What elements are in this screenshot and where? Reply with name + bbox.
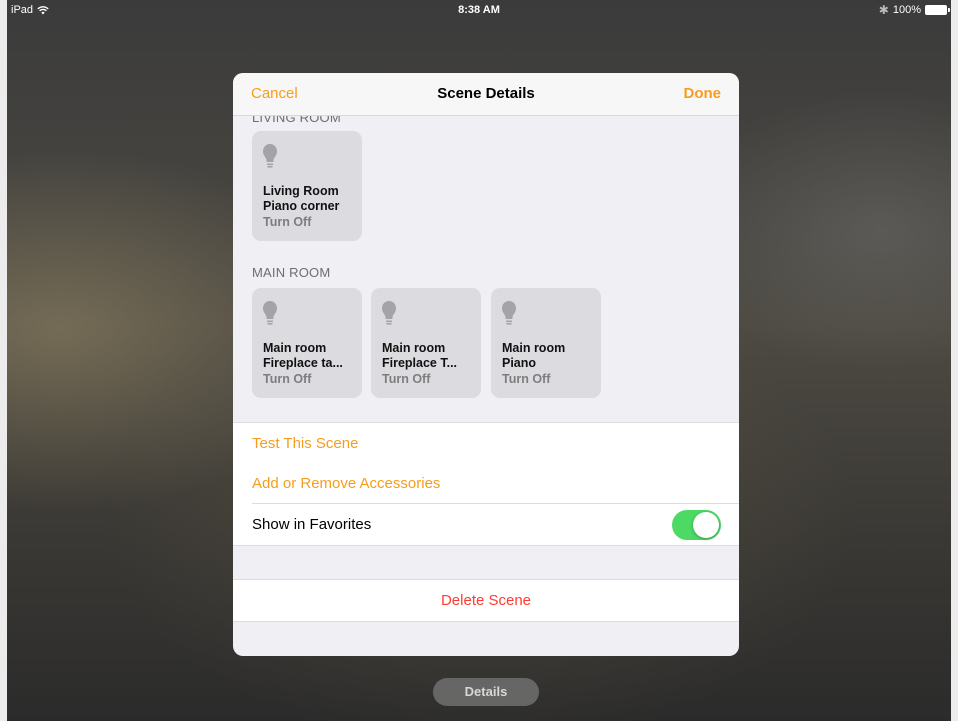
lightbulb-icon	[502, 301, 516, 325]
details-button[interactable]: Details	[433, 678, 539, 706]
lightbulb-icon	[263, 301, 277, 325]
tile-name-line2: Fireplace ta...	[263, 356, 343, 370]
status-right: ✱ 100%	[878, 0, 950, 20]
delete-scene-button[interactable]: Delete Scene	[233, 579, 739, 622]
status-bar: iPad 8:38 AM ✱ 100%	[7, 0, 951, 20]
tile-state: Turn Off	[382, 372, 431, 386]
sheet-nav-bar: Cancel Scene Details Done	[233, 73, 739, 116]
add-remove-accessories-row[interactable]: Add or Remove Accessories	[233, 463, 739, 504]
tile-name: Main room Piano	[502, 341, 594, 371]
tile-name-line2: Piano corner	[263, 199, 340, 213]
tile-name-line2: Piano	[502, 356, 537, 370]
show-in-favorites-toggle[interactable]	[672, 510, 721, 540]
tile-state: Turn Off	[263, 215, 312, 229]
test-scene-row[interactable]: Test This Scene	[233, 422, 739, 464]
show-in-favorites-row: Show in Favorites	[233, 504, 739, 546]
toggle-knob	[693, 512, 719, 538]
show-in-favorites-label: Show in Favorites	[252, 516, 372, 533]
section-header-main-room: MAIN ROOM	[252, 265, 331, 280]
tile-name: Main room Fireplace T...	[382, 341, 474, 371]
lightbulb-icon	[263, 144, 277, 168]
battery-icon	[925, 5, 950, 15]
tile-name-line2: Fireplace T...	[382, 356, 458, 370]
device-frame-right	[951, 0, 958, 721]
bluetooth-icon: ✱	[878, 3, 889, 17]
battery-percent: 100%	[892, 4, 921, 16]
accessory-tile-main-room-fireplace-1[interactable]: Main room Fireplace ta... Turn Off	[252, 288, 362, 398]
accessory-tile-main-room-piano[interactable]: Main room Piano Turn Off	[491, 288, 601, 398]
tile-name-line1: Main room	[263, 341, 327, 355]
tile-name-line1: Main room	[502, 341, 566, 355]
tile-name-line1: Living Room	[263, 184, 339, 198]
scene-details-sheet: Cancel Scene Details Done LIVING ROOM Li…	[233, 73, 739, 656]
lightbulb-icon	[382, 301, 396, 325]
tile-name-line1: Main room	[382, 341, 446, 355]
device-frame-left	[0, 0, 7, 721]
status-time: 8:38 AM	[458, 4, 500, 16]
tile-name: Living Room Piano corner	[263, 184, 355, 214]
tile-state: Turn Off	[263, 372, 312, 386]
test-scene-button[interactable]: Test This Scene	[252, 423, 358, 464]
accessory-tile-main-room-fireplace-2[interactable]: Main room Fireplace T... Turn Off	[371, 288, 481, 398]
sheet-title: Scene Details	[437, 85, 535, 102]
add-remove-accessories-button[interactable]: Add or Remove Accessories	[252, 463, 440, 504]
tile-name: Main room Fireplace ta...	[263, 341, 355, 371]
done-button[interactable]: Done	[684, 85, 722, 102]
tile-state: Turn Off	[502, 372, 551, 386]
accessory-tile-living-room-piano-corner[interactable]: Living Room Piano corner Turn Off	[252, 131, 362, 241]
